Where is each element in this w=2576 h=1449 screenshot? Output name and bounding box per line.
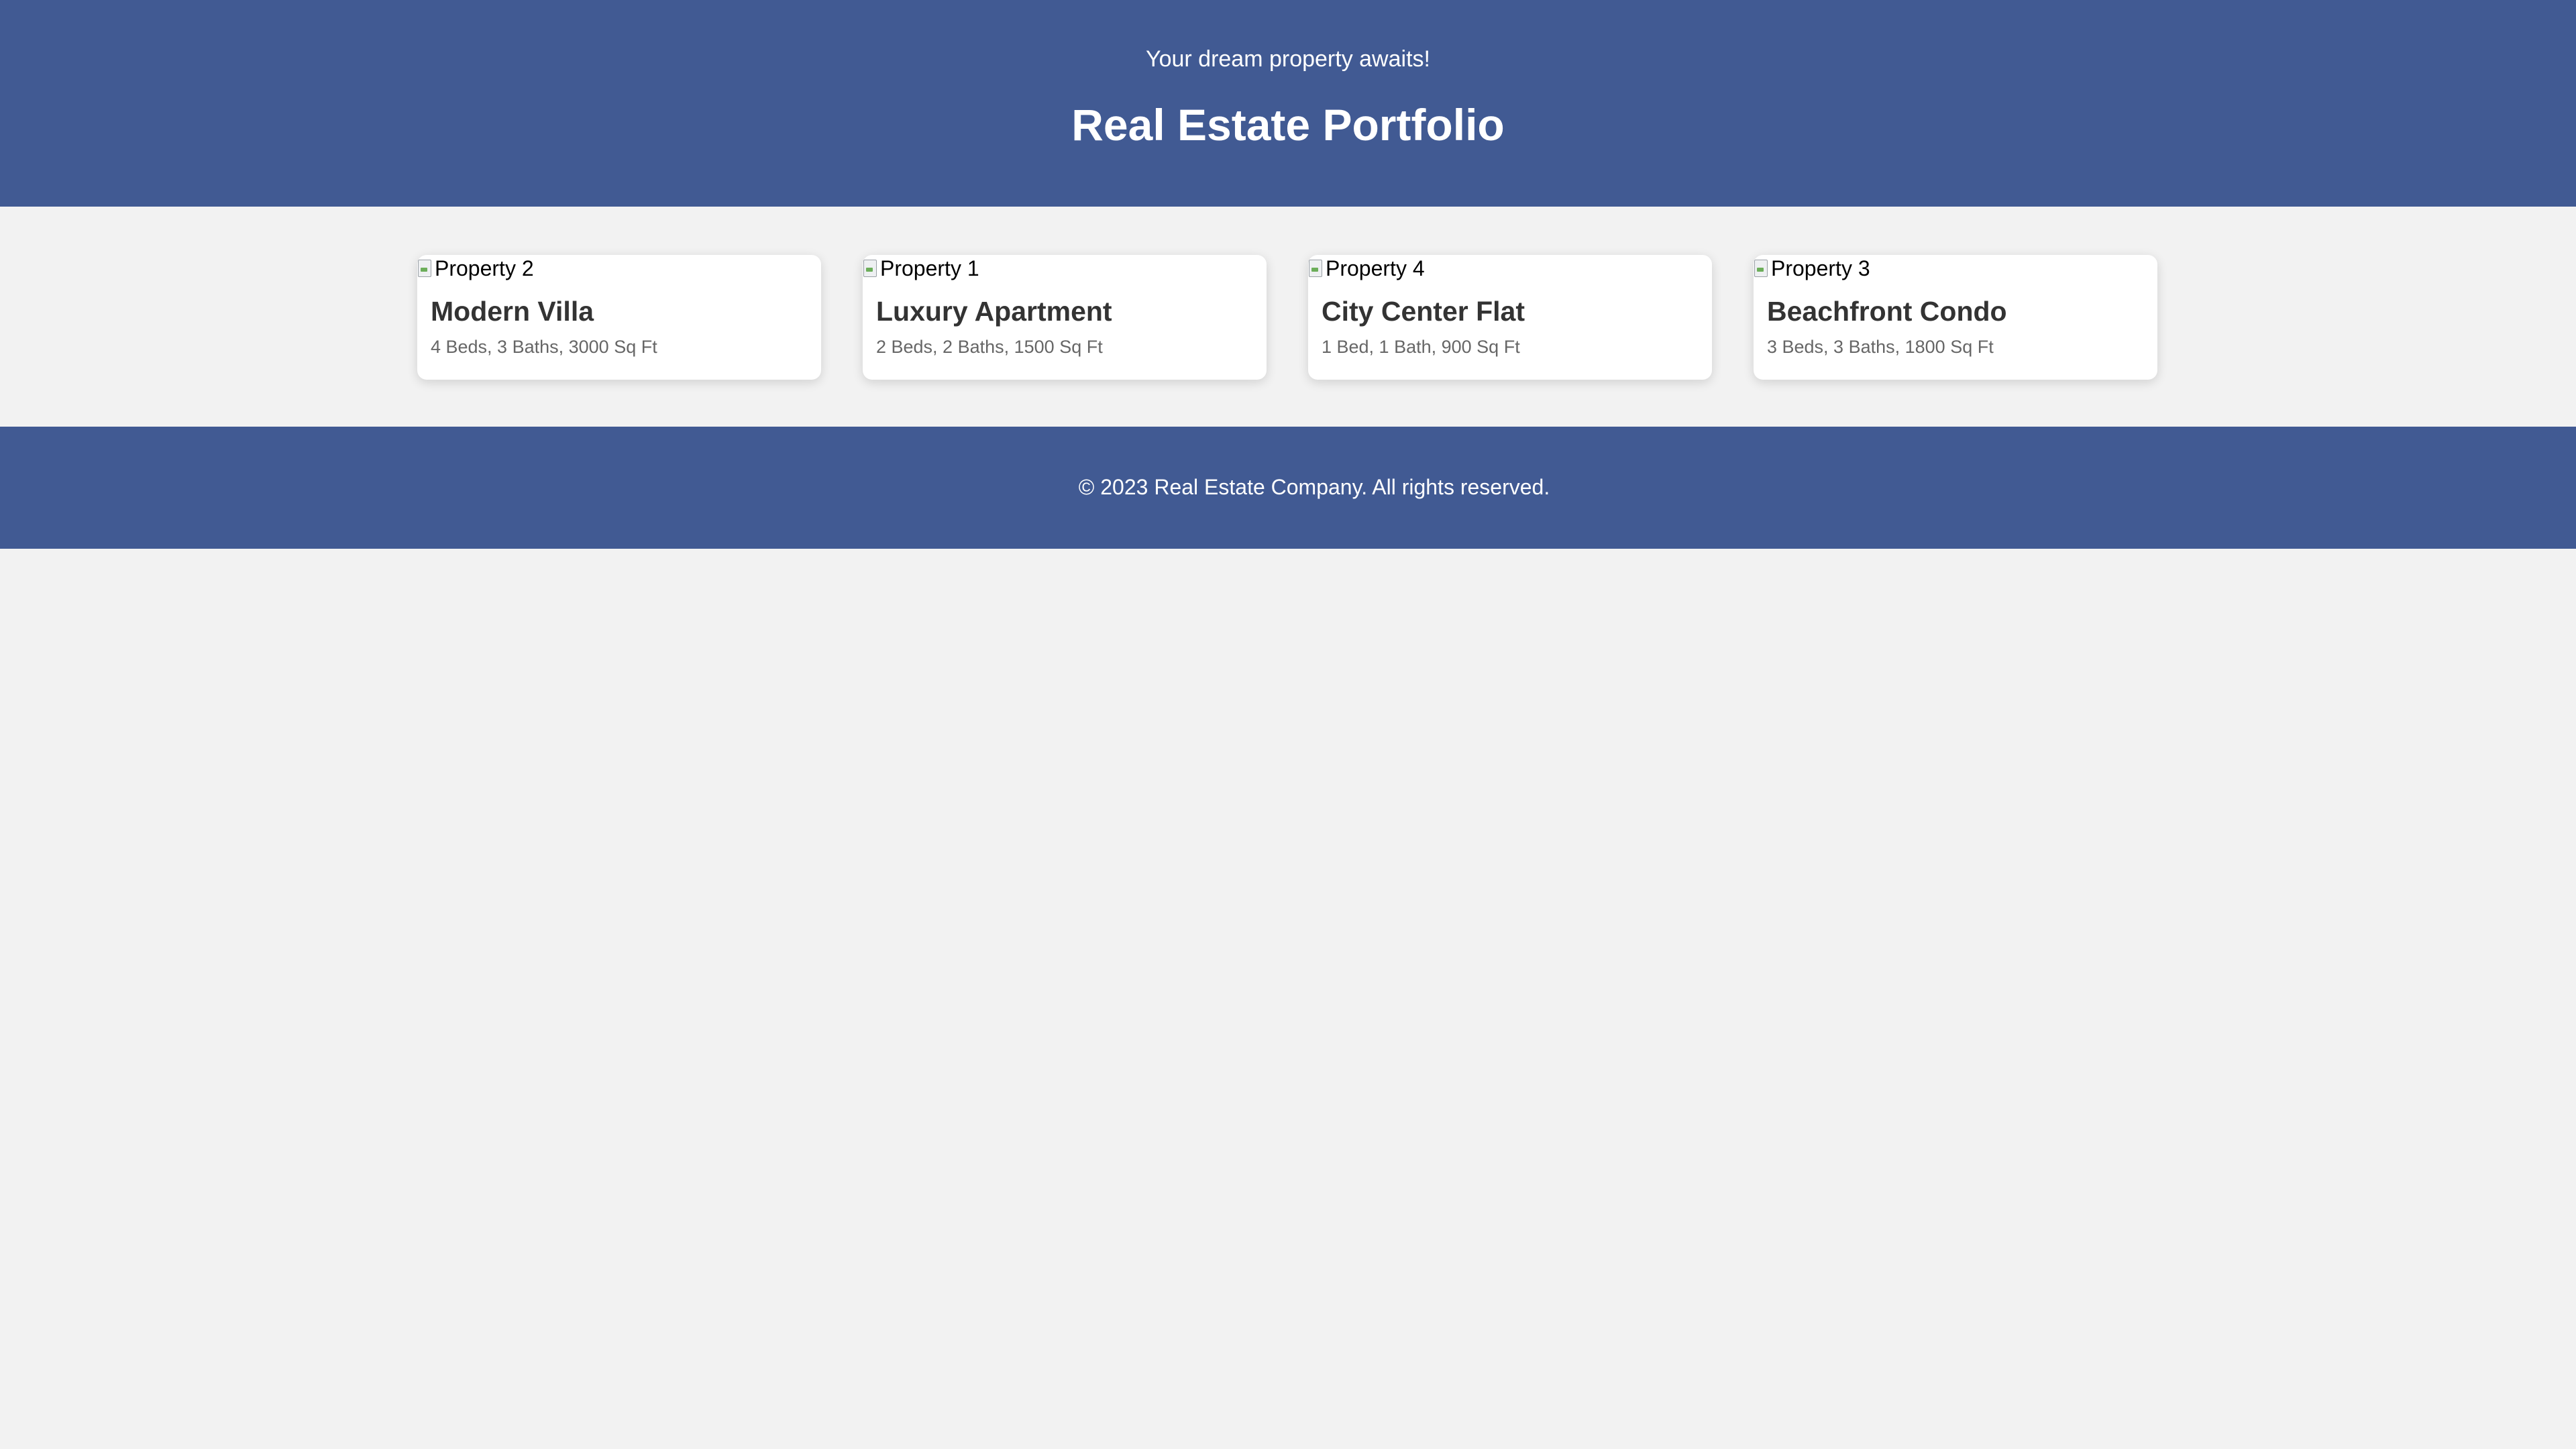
property-card[interactable]: Property 2 Modern Villa 4 Beds, 3 Baths,… [417,255,821,380]
site-header: Your dream property awaits! Real Estate … [0,0,2576,207]
property-details: 1 Bed, 1 Bath, 900 Sq Ft [1322,337,1520,357]
property-image: Property 3 [1754,255,1870,282]
site-footer: © 2023 Real Estate Company. All rights r… [0,427,2576,549]
property-image-alt: Property 4 [1326,256,1425,280]
property-details: 4 Beds, 3 Baths, 3000 Sq Ft [431,337,657,357]
footer-copyright: © 2023 Real Estate Company. All rights r… [1078,475,1550,499]
broken-image-icon [1754,258,1770,278]
property-image: Property 1 [863,255,979,282]
header-tagline: Your dream property awaits! [1146,46,1430,72]
property-image-alt: Property 3 [1771,256,1870,280]
property-name: Luxury Apartment [876,296,1112,327]
property-card[interactable]: Property 4 City Center Flat 1 Bed, 1 Bat… [1308,255,1712,380]
property-details: 2 Beds, 2 Baths, 1500 Sq Ft [876,337,1103,357]
property-name: City Center Flat [1322,296,1525,327]
property-grid: Property 2 Modern Villa 4 Beds, 3 Baths,… [417,255,2159,380]
broken-image-icon [417,258,433,278]
property-name: Beachfront Condo [1767,296,2007,327]
property-image: Property 2 [417,255,534,282]
property-name: Modern Villa [431,296,594,327]
property-image: Property 4 [1308,255,1425,282]
broken-image-icon [863,258,879,278]
property-details: 3 Beds, 3 Baths, 1800 Sq Ft [1767,337,1994,357]
page-title: Real Estate Portfolio [1071,100,1505,150]
property-image-alt: Property 1 [880,256,979,280]
property-card[interactable]: Property 1 Luxury Apartment 2 Beds, 2 Ba… [863,255,1267,380]
broken-image-icon [1308,258,1324,278]
property-image-alt: Property 2 [435,256,534,280]
property-card[interactable]: Property 3 Beachfront Condo 3 Beds, 3 Ba… [1754,255,2157,380]
